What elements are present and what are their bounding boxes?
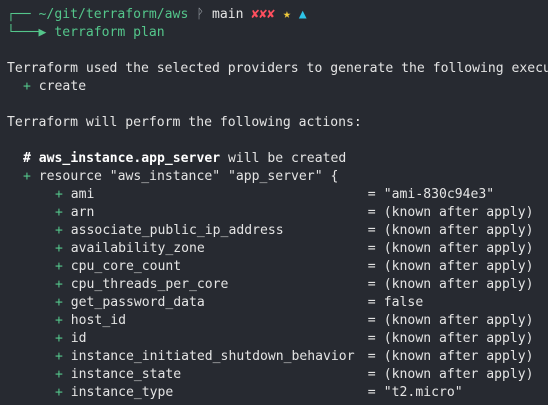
attribute-name: arn: [70, 205, 95, 220]
attribute-equals: =: [367, 223, 376, 238]
attribute-equals: =: [367, 331, 376, 346]
attribute-plus-symbol: +: [55, 223, 63, 238]
attribute-equals: =: [367, 367, 376, 382]
attribute-value: (known after apply): [383, 259, 534, 274]
attribute-value: "ami-830c94e3": [383, 187, 495, 202]
attribute-row: + cpu_threads_per_core = (known after appl…: [0, 276, 548, 294]
attribute-name: associate_public_ip_address: [70, 223, 284, 238]
attribute-name: cpu_core_count: [70, 259, 182, 274]
create-symbol: +: [23, 79, 31, 94]
resource-address: aws_instance.app_server: [38, 151, 221, 166]
attribute-equals: =: [367, 205, 376, 220]
attribute-equals: =: [367, 349, 376, 364]
resource-declaration-text: resource "aws_instance" "app_server" {: [38, 169, 339, 184]
attribute-name: cpu_threads_per_core: [70, 277, 229, 292]
prompt-corner-top: ┌──: [7, 7, 31, 22]
attribute-name: availability_zone: [70, 241, 205, 256]
star-icon: ★: [282, 7, 291, 22]
attribute-value: (known after apply): [383, 367, 534, 382]
resource-comment: # aws_instance.app_server will be create…: [0, 150, 548, 168]
attribute-value: (known after apply): [383, 241, 534, 256]
attribute-equals: =: [367, 313, 376, 328]
attribute-equals: =: [367, 295, 376, 310]
attribute-plus-symbol: +: [55, 313, 63, 328]
attribute-value: (known after apply): [383, 313, 534, 328]
attribute-equals: =: [367, 277, 376, 292]
prompt-path: ~/git/terraform/aws: [38, 7, 189, 22]
attribute-row: + get_password_data = false: [0, 294, 548, 312]
attribute-plus-symbol: +: [55, 367, 63, 382]
attribute-value: (known after apply): [383, 223, 534, 238]
attribute-value: (known after apply): [383, 277, 534, 292]
attribute-row: + id = (known after apply): [0, 330, 548, 348]
attribute-value: (known after apply): [383, 205, 534, 220]
attribute-name: instance_initiated_shutdown_behavior: [70, 349, 355, 364]
attribute-plus-symbol: +: [55, 331, 63, 346]
attribute-name: instance_type: [70, 385, 174, 400]
attribute-plus-symbol: +: [55, 259, 63, 274]
attribute-plus-symbol: +: [55, 277, 63, 292]
attribute-row: + arn = (known after apply): [0, 204, 548, 222]
attribute-value: false: [383, 295, 424, 310]
command-line[interactable]: └───▶ terraform plan: [0, 24, 548, 42]
attribute-list: + ami = "ami-830c94e3" + arn = (known after a…: [0, 186, 548, 402]
comment-rest: will be created: [220, 151, 347, 166]
attribute-plus-symbol: +: [55, 187, 63, 202]
attribute-equals: =: [367, 385, 376, 400]
attribute-name: get_password_data: [70, 295, 205, 310]
attribute-value: "t2.micro": [383, 385, 463, 400]
attribute-equals: =: [367, 259, 376, 274]
git-branch-icon: ᚹ: [196, 7, 205, 22]
attribute-row: + instance_type = "t2.micro": [0, 384, 548, 402]
attribute-name: host_id: [70, 313, 126, 328]
attribute-row: + availability_zone = (known after apply): [0, 240, 548, 258]
providers-line: Terraform used the selected providers to…: [7, 61, 548, 76]
git-dirty-icon: ✘✘✘: [251, 7, 276, 22]
attribute-row: + ami = "ami-830c94e3": [0, 186, 548, 204]
create-label: create: [38, 79, 87, 94]
attribute-row: + instance_state = (known after apply): [0, 366, 548, 384]
attribute-plus-symbol: +: [55, 241, 63, 256]
attribute-name: id: [70, 331, 87, 346]
command-text: terraform plan: [54, 25, 165, 40]
terminal-window[interactable]: ┌── ~/git/terraform/aws ᚹ main ✘✘✘ ★ ▲ └…: [0, 0, 548, 405]
attribute-name: ami: [70, 187, 95, 202]
legend-line: + create: [0, 78, 548, 96]
attribute-name: instance_state: [70, 367, 182, 382]
attribute-row: + instance_initiated_shutdown_behavior = (…: [0, 348, 548, 366]
attribute-plus-symbol: +: [55, 349, 63, 364]
resource-declaration: + resource "aws_instance" "app_server" {: [0, 168, 548, 186]
actions-line: Terraform will perform the following act…: [7, 115, 362, 130]
ahead-arrow-icon: ▲: [298, 7, 307, 22]
prompt-corner-bottom: └───▶: [7, 25, 47, 40]
attribute-equals: =: [367, 241, 376, 256]
attribute-value: (known after apply): [383, 349, 534, 364]
attribute-value: (known after apply): [383, 331, 534, 346]
attribute-row: + host_id = (known after apply): [0, 312, 548, 330]
attribute-row: + cpu_core_count = (known after apply): [0, 258, 548, 276]
attribute-row: + associate_public_ip_address = (known aft…: [0, 222, 548, 240]
prompt-line: ┌── ~/git/terraform/aws ᚹ main ✘✘✘ ★ ▲: [0, 6, 548, 24]
git-branch-name: main: [211, 7, 244, 22]
attribute-plus-symbol: +: [55, 295, 63, 310]
comment-hash: #: [23, 151, 31, 166]
attribute-plus-symbol: +: [55, 205, 63, 220]
attribute-equals: =: [367, 187, 376, 202]
attribute-plus-symbol: +: [55, 385, 63, 400]
resource-plus-symbol: +: [23, 169, 31, 184]
